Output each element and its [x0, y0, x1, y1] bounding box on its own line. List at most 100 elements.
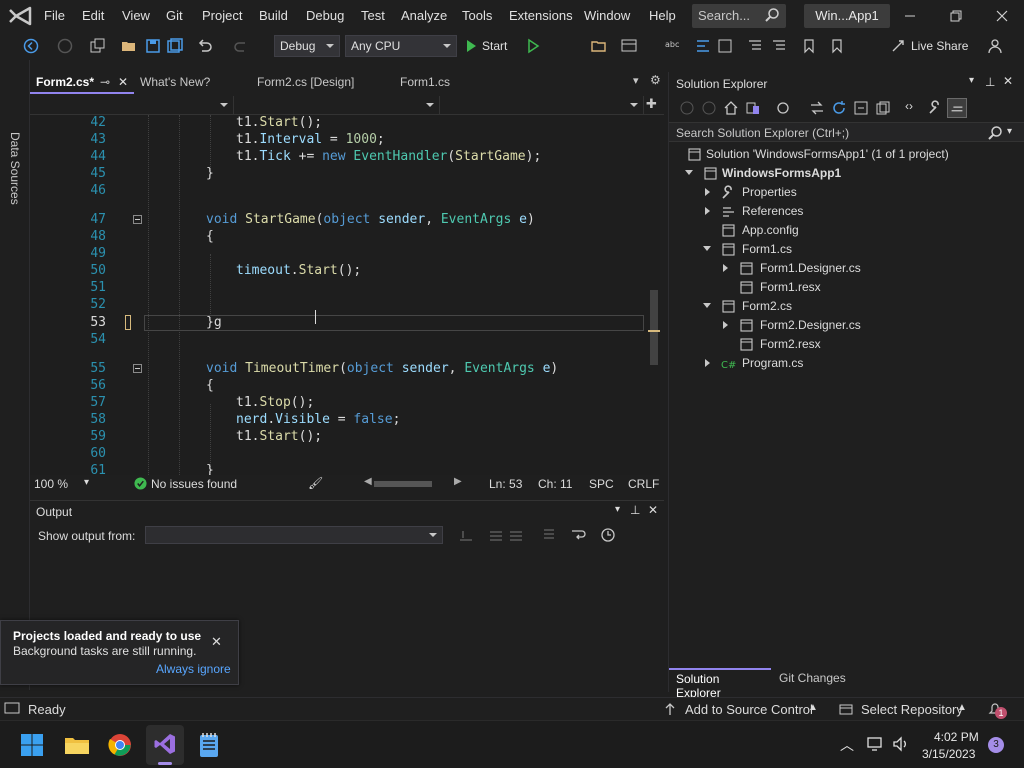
code-line[interactable]: 42 t1.Start();: [30, 115, 650, 131]
tree-item[interactable]: References: [669, 202, 1019, 221]
always-ignore-link[interactable]: Always ignore: [156, 662, 231, 676]
network-icon[interactable]: [866, 735, 884, 753]
sync-with-active-document-icon[interactable]: [809, 100, 825, 116]
comment-lines-icon[interactable]: [746, 37, 764, 55]
find-message-icon[interactable]: [458, 528, 474, 542]
code-line[interactable]: 58 nerd.Visible = false;: [30, 411, 650, 428]
notepad-icon[interactable]: [198, 731, 220, 759]
collapse-region-icon[interactable]: [133, 364, 142, 373]
code-line[interactable]: 43 t1.Interval = 1000;: [30, 131, 650, 148]
search-box[interactable]: Search...: [692, 4, 786, 28]
code-line[interactable]: 59 t1.Start();: [30, 428, 650, 445]
close-panel-icon[interactable]: ✕: [1003, 74, 1013, 88]
chrome-browser-icon[interactable]: [108, 733, 132, 757]
data-sources-tab[interactable]: Data Sources: [8, 132, 22, 205]
go-to-next-icon[interactable]: [508, 528, 524, 542]
code-line[interactable]: 54: [30, 331, 650, 348]
start-play-icon[interactable]: [462, 37, 480, 55]
tree-item[interactable]: Form2.resx: [669, 335, 1019, 354]
start-without-debugging-icon[interactable]: [524, 37, 542, 55]
chevron-down-icon[interactable]: ▾: [1007, 126, 1012, 137]
column-number[interactable]: Ch: 11: [538, 477, 572, 491]
code-line[interactable]: 50 timeout.Start();: [30, 262, 650, 279]
uncomment-lines-icon[interactable]: [770, 37, 788, 55]
zoom-level[interactable]: 100 %: [34, 477, 68, 491]
menu-debug[interactable]: Debug: [306, 8, 344, 23]
forward-icon[interactable]: [701, 100, 717, 116]
close-toast-icon[interactable]: ✕: [211, 634, 222, 650]
code-line[interactable]: 60: [30, 445, 650, 462]
code-line[interactable]: 48 {: [30, 228, 650, 245]
folder-view-icon[interactable]: [590, 37, 608, 55]
code-line[interactable]: 56 {: [30, 377, 650, 394]
live-share-label[interactable]: Live Share: [911, 39, 968, 53]
pin-icon[interactable]: ⊸: [100, 72, 110, 92]
pin-icon[interactable]: ⊥: [630, 503, 640, 517]
format-document-icon[interactable]: [716, 37, 734, 55]
platform-dropdown[interactable]: Any CPU: [345, 35, 457, 57]
type-dropdown[interactable]: [238, 96, 440, 114]
tree-item[interactable]: Form2.cs: [669, 297, 1019, 316]
clock-date[interactable]: 3/15/2023: [922, 747, 975, 761]
restore-icon[interactable]: [946, 6, 966, 26]
open-folder-icon[interactable]: [120, 37, 138, 55]
add-to-source-control[interactable]: Add to Source Control: [685, 702, 813, 717]
configuration-dropdown[interactable]: Debug: [274, 35, 340, 57]
vertical-scrollbar[interactable]: [648, 115, 660, 475]
back-icon[interactable]: [679, 100, 695, 116]
tree-item[interactable]: App.config: [669, 221, 1019, 240]
collapsed-arrow-icon[interactable]: [705, 207, 710, 215]
live-share-icon[interactable]: [890, 37, 908, 55]
code-line[interactable]: 55 void TimeoutTimer(object sender, Event…: [30, 360, 650, 377]
close-panel-icon[interactable]: ✕: [648, 503, 658, 517]
switch-views-icon[interactable]: [745, 100, 761, 116]
undo-icon[interactable]: [196, 37, 214, 55]
tree-item[interactable]: Form2.Designer.cs: [669, 316, 1019, 335]
layout-icon[interactable]: [620, 37, 638, 55]
menu-help[interactable]: Help: [649, 8, 676, 23]
horizontal-scrollbar-thumb[interactable]: [374, 481, 432, 487]
output-window-icon[interactable]: [4, 702, 20, 716]
home-icon[interactable]: [723, 100, 739, 116]
save-icon[interactable]: [144, 37, 162, 55]
code-editor[interactable]: 42 t1.Start(); 43 t1.Interval = 1000; 44 t1.T…: [30, 115, 660, 475]
issues-status[interactable]: No issues found: [151, 477, 237, 491]
tree-item[interactable]: Form1.cs: [669, 240, 1019, 259]
preview-selected-items-icon[interactable]: [947, 98, 967, 118]
show-all-files-icon[interactable]: [875, 100, 891, 116]
clear-all-icon[interactable]: [540, 528, 556, 542]
menu-view[interactable]: View: [122, 8, 150, 23]
line-number[interactable]: Ln: 53: [489, 477, 522, 491]
code-line[interactable]: 51: [30, 279, 650, 296]
spell-check-icon[interactable]: abc: [664, 37, 682, 55]
code-cleanup-icon[interactable]: 🖌: [308, 476, 323, 490]
menu-file[interactable]: File: [44, 8, 65, 23]
clock-time[interactable]: 4:02 PM: [934, 730, 979, 744]
menu-build[interactable]: Build: [259, 8, 288, 23]
code-line[interactable]: 44 t1.Tick += new EventHandler(StartGame)…: [30, 148, 650, 165]
pin-icon[interactable]: ⊥: [985, 75, 995, 89]
tree-item[interactable]: Solution 'WindowsFormsApp1' (1 of 1 proj…: [669, 145, 1019, 164]
expanded-arrow-icon[interactable]: [703, 246, 711, 251]
chevron-down-icon[interactable]: ▾: [84, 477, 89, 488]
previous-bookmark-icon[interactable]: [828, 37, 846, 55]
windows-start-icon[interactable]: [20, 733, 44, 757]
member-dropdown[interactable]: [444, 96, 644, 114]
menu-project[interactable]: Project: [202, 8, 242, 23]
line-ending[interactable]: CRLF: [628, 477, 659, 491]
project-dropdown[interactable]: [32, 96, 234, 114]
feedback-person-icon[interactable]: [986, 37, 1004, 55]
code-line[interactable]: 45}: [30, 165, 650, 182]
tree-item[interactable]: Form1.Designer.cs: [669, 259, 1019, 278]
file-explorer-icon[interactable]: [64, 733, 90, 757]
expanded-arrow-icon[interactable]: [703, 303, 711, 308]
tab-overflow-icon[interactable]: ▾: [633, 74, 639, 87]
close-window-icon[interactable]: [992, 6, 1012, 26]
scroll-left-icon[interactable]: ◀: [364, 476, 372, 487]
menu-extensions[interactable]: Extensions: [509, 8, 573, 23]
bookmark-icon[interactable]: [800, 37, 818, 55]
settings-gear-icon[interactable]: ⚙: [650, 73, 661, 87]
collapsed-arrow-icon[interactable]: [723, 264, 728, 272]
search-icon[interactable]: [987, 125, 1003, 141]
tree-item[interactable]: Properties: [669, 183, 1019, 202]
